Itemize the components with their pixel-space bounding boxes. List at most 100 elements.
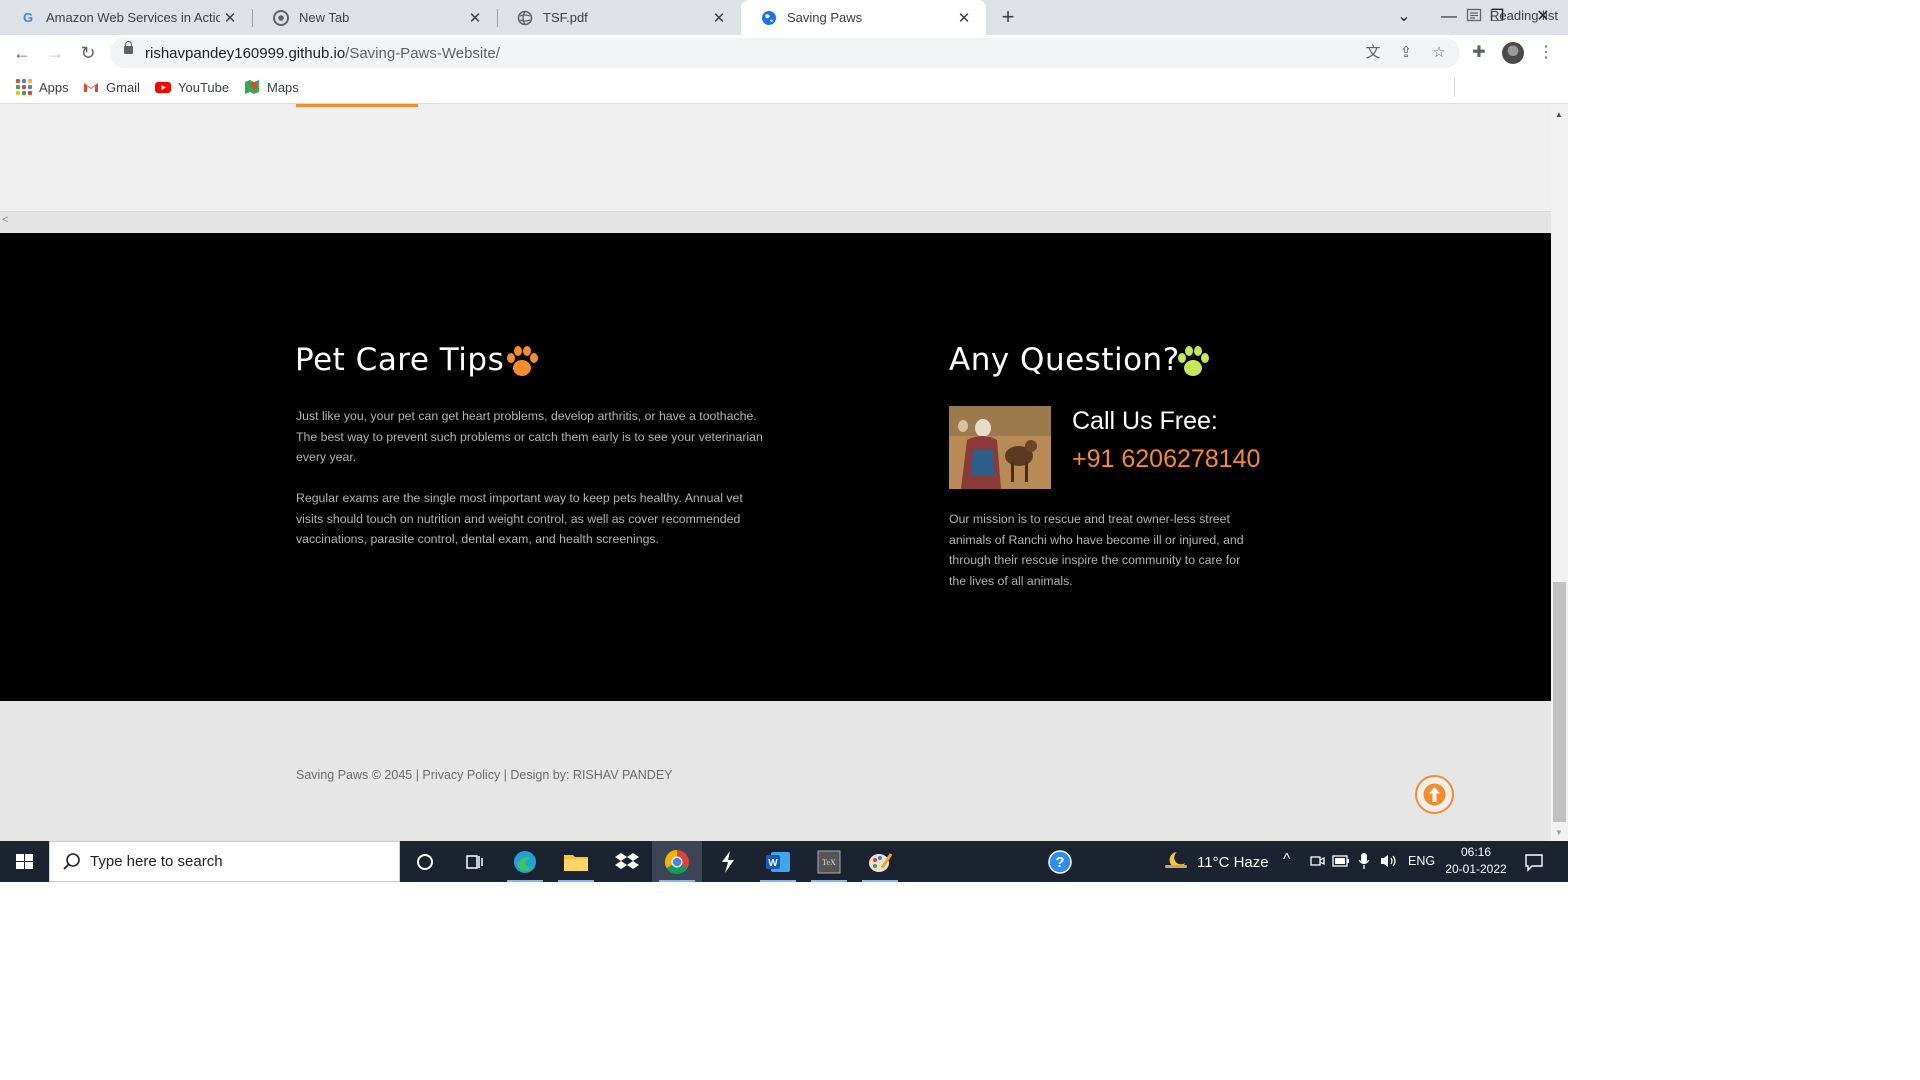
- tab-amazon-web-services[interactable]: G Amazon Web Services in Action - ✕: [0, 0, 252, 35]
- scroll-down-arrow[interactable]: ▼: [1555, 828, 1563, 837]
- clock-time: 06:16: [1460, 845, 1492, 859]
- maps-icon: [245, 80, 259, 94]
- language-indicator[interactable]: ENG: [1408, 854, 1435, 868]
- reading-list-label: Reading list: [1490, 7, 1558, 23]
- tab-title: Amazon Web Services in Action -: [46, 10, 220, 25]
- vertical-scrollbar[interactable]: ▲ ▼: [1551, 104, 1568, 841]
- help-icon[interactable]: ?: [1035, 841, 1085, 882]
- chrome-icon: [273, 9, 289, 26]
- svg-text:TeX: TeX: [822, 858, 836, 867]
- tab-search-icon[interactable]: ⌄: [1381, 0, 1427, 35]
- pet-care-title: Pet Care Tips: [295, 342, 505, 378]
- translate-icon[interactable]: 文: [1363, 43, 1383, 63]
- tab-strip: G Amazon Web Services in Action - ✕ New …: [0, 0, 1568, 35]
- url-text[interactable]: rishavpandey160999.github.io/Saving-Paws…: [145, 45, 500, 62]
- chrome-taskbar-icon[interactable]: [652, 841, 702, 882]
- bookmark-label: YouTube: [178, 79, 230, 95]
- taskbar-search-box[interactable]: Type here to search: [49, 841, 400, 882]
- svg-text:?: ?: [1055, 854, 1064, 871]
- tab-title: Saving Paws: [787, 10, 863, 25]
- scroll-up-arrow[interactable]: ▲: [1555, 110, 1563, 119]
- weather-text[interactable]: 11°C Haze: [1197, 854, 1269, 871]
- lock-icon[interactable]: [124, 41, 133, 54]
- rescue-photo: [949, 406, 1051, 489]
- address-bar[interactable]: rishavpandey160999.github.io/Saving-Paws…: [110, 38, 1460, 68]
- bookmark-youtube[interactable]: YouTube: [155, 78, 229, 96]
- texmaker-icon[interactable]: TeX: [804, 841, 854, 882]
- start-button[interactable]: [0, 841, 49, 882]
- file-explorer-icon[interactable]: [551, 841, 601, 882]
- bookmark-label: Apps: [39, 79, 69, 95]
- task-view-icon[interactable]: [449, 841, 499, 882]
- close-icon[interactable]: ✕: [709, 9, 729, 27]
- section-underline: [296, 104, 418, 107]
- browser-toolbar: ← → ↻ rishavpandey160999.github.io/Savin…: [0, 35, 1568, 71]
- extensions-puzzle-icon[interactable]: ✚: [1468, 42, 1490, 64]
- any-question-title: Any Question?: [949, 342, 1180, 378]
- apps-grid-icon: [16, 79, 32, 95]
- forward-arrow-icon[interactable]: →: [43, 41, 67, 65]
- google-g-icon: G: [22, 10, 34, 25]
- notification-icon[interactable]: [1524, 852, 1544, 872]
- tab-saving-paws[interactable]: Saving Paws ✕: [741, 0, 986, 35]
- youtube-icon: [155, 82, 171, 93]
- reload-icon[interactable]: ↻: [76, 41, 100, 65]
- scrollbar-thumb[interactable]: [1553, 582, 1566, 822]
- back-arrow-icon[interactable]: ←: [10, 41, 34, 65]
- horizontal-scrollbar[interactable]: <: [0, 211, 1551, 233]
- phone-number[interactable]: +91 6206278140: [1072, 445, 1260, 474]
- bookmark-maps[interactable]: Maps: [244, 78, 299, 96]
- paw-green-icon: [1178, 346, 1209, 376]
- footer-section: [0, 701, 1551, 841]
- sublime-icon[interactable]: [703, 841, 753, 882]
- windows-taskbar: Type here to search W TeX ? 11°C Haze ^ …: [0, 841, 1568, 882]
- tab-new-tab[interactable]: New Tab ✕: [253, 0, 497, 35]
- bookmark-gmail[interactable]: Gmail: [83, 78, 140, 96]
- chevron-up-icon[interactable]: ^: [1283, 851, 1291, 869]
- bookmark-apps[interactable]: Apps: [16, 78, 69, 96]
- cortana-icon[interactable]: [400, 841, 450, 882]
- close-icon[interactable]: ✕: [954, 9, 974, 27]
- paint-icon[interactable]: [855, 841, 905, 882]
- bookmarks-divider: [1454, 77, 1455, 97]
- pet-care-paragraph-1: Just like you, your pet can get heart pr…: [296, 409, 763, 464]
- scroll-to-top-button[interactable]: [1415, 775, 1454, 814]
- scroll-left-arrow[interactable]: <: [2, 214, 8, 226]
- profile-avatar[interactable]: [1502, 42, 1524, 64]
- meet-now-icon[interactable]: [1309, 853, 1325, 869]
- globe-icon: [761, 10, 777, 26]
- url-host: rishavpandey160999.github.io: [145, 45, 346, 62]
- new-tab-button[interactable]: +: [996, 5, 1020, 29]
- close-icon[interactable]: ✕: [465, 9, 485, 27]
- battery-icon[interactable]: [1332, 854, 1350, 868]
- microphone-icon[interactable]: [1358, 852, 1370, 870]
- weather-moon-icon: [1165, 852, 1187, 868]
- tab-tsf-pdf[interactable]: TSF.pdf ✕: [497, 0, 741, 35]
- bookmark-label: Gmail: [106, 79, 140, 95]
- call-us-label: Call Us Free:: [1072, 407, 1218, 435]
- page-viewport: < Pet Care Tips Just like you, your pet …: [0, 104, 1551, 841]
- share-icon[interactable]: ⇪: [1396, 43, 1416, 63]
- arrow-up-icon: [1423, 783, 1446, 806]
- close-icon[interactable]: ✕: [220, 9, 240, 27]
- edge-icon[interactable]: [500, 841, 550, 882]
- url-path: /Saving-Paws-Website/: [345, 45, 500, 62]
- mission-paragraph: Our mission is to rescue and treat owner…: [949, 512, 1244, 588]
- reading-list-icon: [1466, 8, 1482, 22]
- svg-text:W: W: [768, 858, 778, 869]
- tab-title: New Tab: [299, 10, 350, 25]
- pet-care-paragraph-2: Regular exams are the single most import…: [296, 491, 743, 546]
- more-menu-icon[interactable]: ⋮: [1538, 42, 1554, 64]
- dropbox-icon[interactable]: [602, 841, 652, 882]
- bookmarks-bar: Apps Gmail YouTube Maps: [0, 71, 1568, 104]
- globe-icon: [517, 10, 533, 26]
- gmail-icon: [84, 83, 98, 92]
- volume-icon[interactable]: [1379, 853, 1399, 869]
- bookmark-star-icon[interactable]: ☆: [1429, 43, 1449, 63]
- tab-title: TSF.pdf: [543, 10, 588, 25]
- windows-logo-icon: [16, 854, 33, 869]
- search-placeholder: Type here to search: [90, 853, 223, 870]
- clock[interactable]: 06:16 20-01-2022: [1440, 844, 1512, 878]
- word-icon[interactable]: W: [753, 841, 803, 882]
- reading-list-button[interactable]: Reading list: [1466, 7, 1558, 23]
